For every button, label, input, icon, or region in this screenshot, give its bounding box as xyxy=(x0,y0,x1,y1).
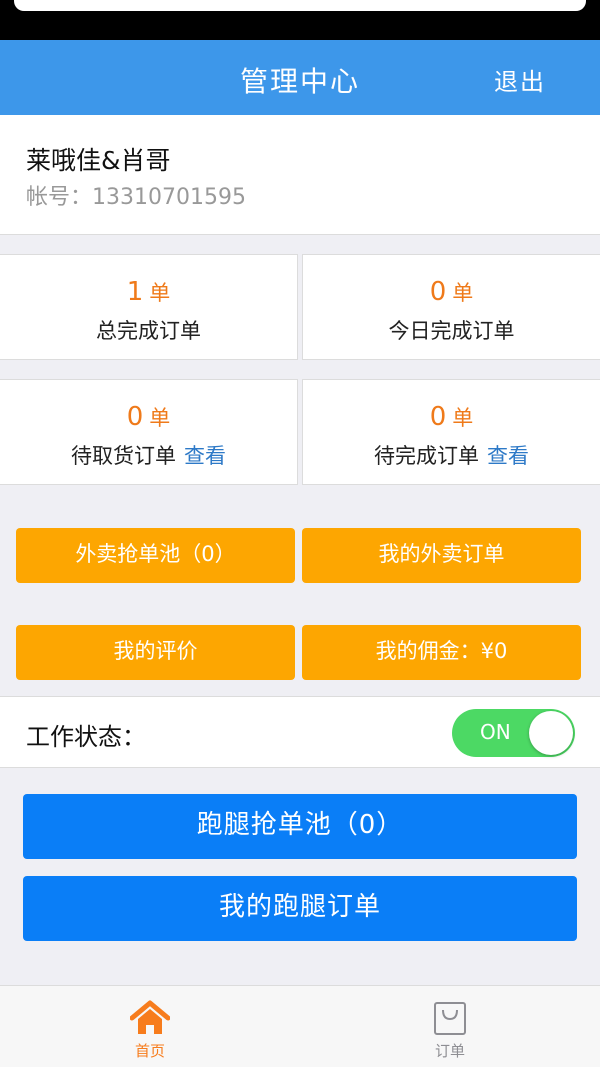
stat-unit: 单 xyxy=(149,281,171,305)
stat-pending-pickup: 0单 待取货订单 查看 xyxy=(0,379,298,485)
tab-orders[interactable]: 订单 xyxy=(390,986,510,1067)
status-bar xyxy=(0,0,600,40)
stat-total-completed: 1单 总完成订单 xyxy=(0,254,298,360)
stat-unit: 单 xyxy=(452,406,474,430)
header-bar: 管理中心 退出 xyxy=(0,40,600,115)
my-commission-button[interactable]: 我的佣金：¥0 xyxy=(302,625,581,680)
work-status-row: 工作状态： ON xyxy=(0,696,600,768)
stat-label: 总完成订单 xyxy=(96,319,201,343)
tab-orders-label: 订单 xyxy=(434,1042,465,1060)
home-icon xyxy=(130,1000,170,1034)
takeout-order-pool-button[interactable]: 外卖抢单池（0） xyxy=(16,528,295,583)
stat-value: 0 xyxy=(429,277,447,307)
user-name: 莱哦佳&肖哥 xyxy=(26,146,171,175)
stat-value: 0 xyxy=(429,402,447,432)
shopping-bag-icon xyxy=(434,1002,466,1035)
view-pending-pickup-link[interactable]: 查看 xyxy=(184,444,226,468)
view-pending-complete-link[interactable]: 查看 xyxy=(487,444,529,468)
my-errand-orders-button[interactable]: 我的跑腿订单 xyxy=(23,876,577,941)
tab-home-label: 首页 xyxy=(134,1042,165,1060)
stat-value: 1 xyxy=(126,277,144,307)
bottom-tab-bar: 首页 订单 xyxy=(0,985,600,1067)
stat-pending-complete: 0单 待完成订单 查看 xyxy=(302,379,600,485)
stat-unit: 单 xyxy=(452,281,474,305)
stat-value: 0 xyxy=(126,402,144,432)
account-number: 帐号：13310701595 xyxy=(26,185,246,210)
toggle-knob xyxy=(529,711,573,755)
stat-today-completed: 0单 今日完成订单 xyxy=(302,254,600,360)
status-bar-pill xyxy=(14,0,586,11)
stat-label: 今日完成订单 xyxy=(388,319,515,343)
toggle-state-text: ON xyxy=(480,720,511,744)
my-takeout-orders-button[interactable]: 我的外卖订单 xyxy=(302,528,581,583)
logout-button[interactable]: 退出 xyxy=(494,62,546,97)
errand-order-pool-button[interactable]: 跑腿抢单池（0） xyxy=(23,794,577,859)
work-status-label: 工作状态： xyxy=(26,723,146,751)
tab-home[interactable]: 首页 xyxy=(90,986,210,1067)
profile-card: 莱哦佳&肖哥 帐号：13310701595 xyxy=(0,115,600,235)
my-reviews-button[interactable]: 我的评价 xyxy=(16,625,295,680)
stat-label: 待取货订单 xyxy=(71,444,176,468)
stat-label: 待完成订单 xyxy=(374,444,479,468)
stat-unit: 单 xyxy=(149,406,171,430)
stats-row-pending: 0单 待取货订单 查看 0单 待完成订单 查看 xyxy=(0,379,600,485)
stats-row-completed: 1单 总完成订单 0单 今日完成订单 xyxy=(0,254,600,360)
work-status-toggle[interactable]: ON xyxy=(452,709,575,757)
